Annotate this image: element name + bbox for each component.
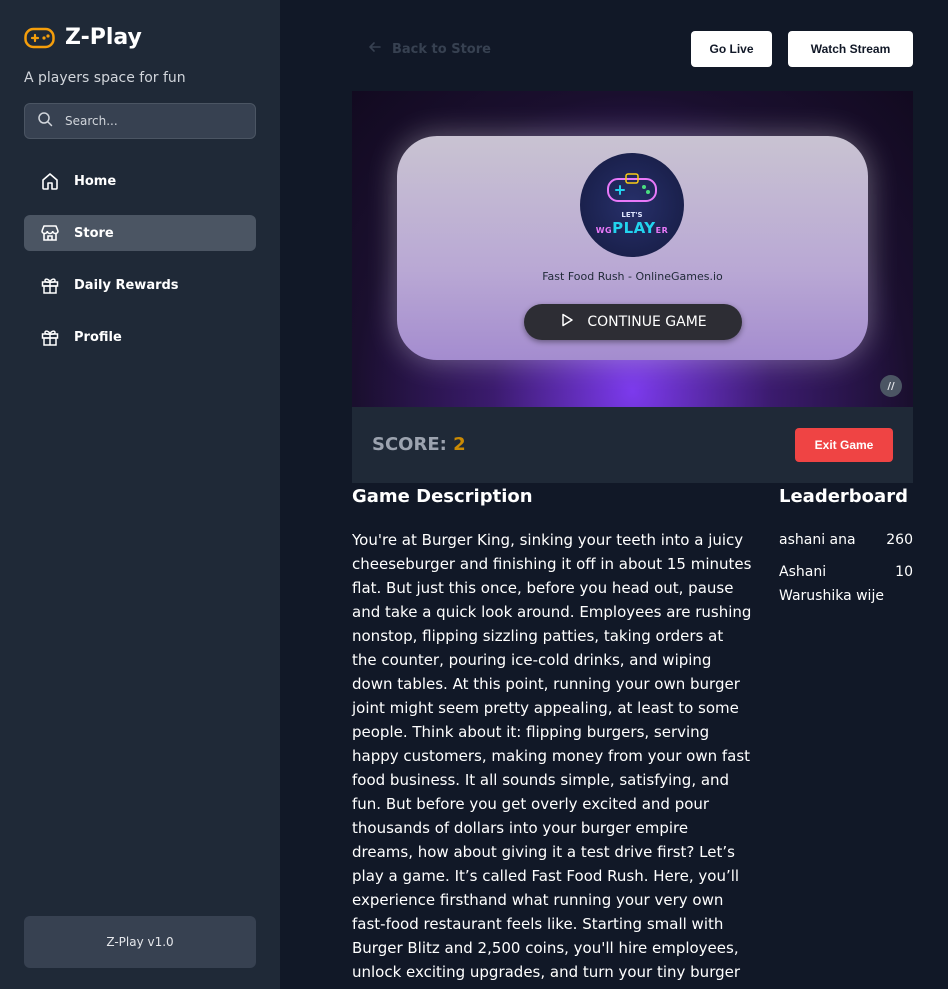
sidebar-item-store[interactable]: Store bbox=[24, 215, 256, 251]
description-title: Game Description bbox=[352, 486, 533, 507]
search-box bbox=[24, 103, 256, 139]
gift-icon bbox=[40, 327, 60, 347]
leaderboard-score: 260 bbox=[886, 532, 913, 548]
go-live-button[interactable]: Go Live bbox=[691, 31, 772, 67]
continue-label: CONTINUE GAME bbox=[587, 314, 707, 330]
score-value: 2 bbox=[453, 434, 466, 455]
search-icon bbox=[37, 111, 53, 131]
gamepad-icon bbox=[24, 22, 55, 53]
leaderboard-name: Ashani Warushika wije bbox=[779, 564, 884, 604]
watch-stream-button[interactable]: Watch Stream bbox=[788, 31, 913, 67]
game-logo: LET'S WGPLAYER bbox=[580, 153, 684, 257]
sidebar: Z-Play A players space for fun Home bbox=[0, 0, 280, 989]
leaderboard-row: Ashani Warushika wije 10 bbox=[779, 560, 913, 608]
leaderboard-name: ashani ana bbox=[779, 532, 856, 548]
description-text: You're at Burger King, sinking your teet… bbox=[352, 531, 752, 989]
exit-game-button[interactable]: Exit Game bbox=[795, 428, 893, 462]
version-label: Z-Play v1.0 bbox=[24, 916, 256, 968]
continue-game-button[interactable]: CONTINUE GAME bbox=[524, 304, 742, 340]
logo-top-text: LET'S bbox=[621, 211, 643, 219]
leaderboard-list: ashani ana 260 Ashani Warushika wije 10 bbox=[779, 528, 913, 616]
logo-main-text: WGPLAYER bbox=[596, 219, 669, 237]
sidebar-nav: Home Store Daily Rewards Profile bbox=[24, 163, 256, 371]
score-display: SCORE: 2 bbox=[372, 434, 466, 455]
leaderboard-score: 10 bbox=[895, 564, 913, 580]
logo-play: PLAY bbox=[612, 219, 656, 237]
sidebar-item-label: Home bbox=[74, 173, 117, 189]
sidebar-item-label: Profile bbox=[74, 329, 122, 345]
tagline: A players space for fun bbox=[24, 70, 186, 86]
home-icon bbox=[40, 171, 60, 191]
play-icon bbox=[559, 312, 575, 332]
leaderboard-title: Leaderboard bbox=[779, 486, 908, 507]
score-label: SCORE: bbox=[372, 434, 447, 455]
store-icon bbox=[40, 223, 60, 243]
arrow-left-icon bbox=[368, 40, 382, 58]
sidebar-item-home[interactable]: Home bbox=[24, 163, 256, 199]
sidebar-item-daily-rewards[interactable]: Daily Rewards bbox=[24, 267, 256, 303]
brand-name: Z-Play bbox=[65, 25, 142, 50]
search-input[interactable] bbox=[65, 114, 235, 128]
score-bar: SCORE: 2 Exit Game bbox=[352, 407, 913, 483]
leaderboard-row: ashani ana 260 bbox=[779, 528, 913, 552]
gift-icon bbox=[40, 275, 60, 295]
back-to-store-link[interactable]: Back to Store bbox=[368, 40, 491, 58]
gamepad-neon-icon bbox=[604, 173, 660, 209]
sidebar-item-label: Daily Rewards bbox=[74, 277, 179, 293]
game-card: LET'S WGPLAYER Fast Food Rush - OnlineGa… bbox=[397, 136, 868, 360]
game-frame[interactable]: LET'S WGPLAYER Fast Food Rush - OnlineGa… bbox=[352, 91, 913, 407]
provider-badge-icon[interactable]: // bbox=[880, 375, 902, 397]
sidebar-item-profile[interactable]: Profile bbox=[24, 319, 256, 355]
logo-suffix: ER bbox=[655, 226, 669, 235]
back-label: Back to Store bbox=[392, 41, 491, 57]
sidebar-item-label: Store bbox=[74, 225, 114, 241]
game-subtitle: Fast Food Rush - OnlineGames.io bbox=[542, 270, 723, 283]
brand[interactable]: Z-Play bbox=[24, 22, 142, 53]
logo-prefix: WG bbox=[595, 226, 613, 235]
